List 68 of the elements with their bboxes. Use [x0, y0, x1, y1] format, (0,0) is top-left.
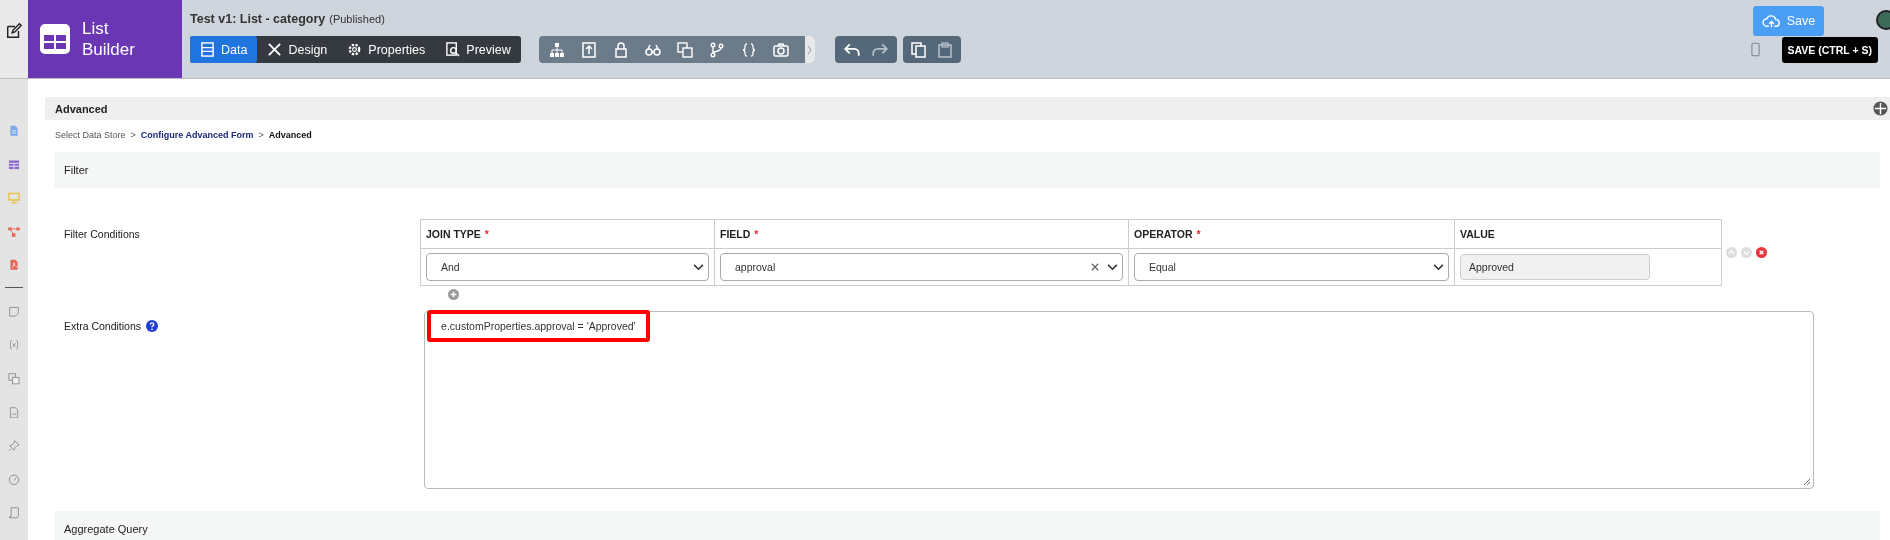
required-asterisk: *	[484, 228, 489, 240]
text-area[interactable]: e.customProperties.approval = 'Approved'	[424, 311, 1815, 489]
page-title: Test v1: List - category	[190, 12, 326, 26]
select-field[interactable]: And	[426, 253, 709, 281]
section-title: Filter	[64, 164, 89, 176]
sitemap-icon[interactable]	[548, 41, 565, 58]
chevron-right-icon[interactable]	[804, 36, 815, 63]
edit-icon[interactable]	[5, 22, 23, 40]
cloud-upload-icon	[1761, 13, 1781, 29]
value-field[interactable]: Approved	[1460, 254, 1650, 280]
column-title: FIELD	[720, 228, 751, 240]
column-title: JOIN TYPE	[426, 228, 481, 240]
breadcrumb-separator: >	[130, 130, 136, 140]
app-name: Builder	[82, 39, 135, 60]
pdf-icon[interactable]	[7, 259, 21, 271]
document-search-icon	[445, 42, 461, 57]
panel-title: Advanced	[55, 102, 108, 115]
field-label: Extra Conditions	[64, 319, 142, 332]
field-label: Filter Conditions	[64, 227, 141, 240]
breadcrumb-separator: >	[258, 130, 264, 140]
required-asterisk: *	[754, 228, 759, 240]
chevron-down-icon	[1107, 263, 1118, 271]
camera-icon[interactable]	[772, 41, 789, 58]
tab[interactable]: Properties	[337, 36, 436, 63]
tab[interactable]: Preview	[435, 36, 521, 63]
tab[interactable]: Design	[257, 36, 338, 63]
table-icon[interactable]	[7, 158, 21, 171]
select-field[interactable]: Equal	[1134, 253, 1449, 281]
copy-icon[interactable]	[910, 41, 927, 58]
lock-icon[interactable]	[612, 41, 629, 58]
breadcrumb-current: Advanced	[268, 130, 312, 140]
scroll-icon[interactable]	[7, 507, 21, 519]
remove-icon[interactable]	[1756, 247, 1767, 258]
breadcrumb-link[interactable]: Configure Advanced Form	[140, 130, 254, 140]
list-icon	[200, 42, 215, 57]
flow-icon[interactable]	[7, 225, 21, 238]
report-icon[interactable]	[7, 406, 21, 419]
help-icon[interactable]	[146, 320, 159, 332]
phone-icon[interactable]	[1750, 42, 1760, 57]
branch-icon[interactable]	[708, 41, 725, 58]
gauge-icon[interactable]	[7, 473, 21, 486]
section-title: Aggregate Query	[64, 523, 148, 535]
var-icon[interactable]	[7, 339, 21, 352]
braces-icon[interactable]	[740, 41, 757, 58]
tab[interactable]: Data	[190, 36, 258, 63]
gear-icon	[347, 42, 363, 57]
tooltip: SAVE (CTRL + S)	[1781, 36, 1878, 63]
note-icon[interactable]	[7, 305, 21, 318]
clear-icon[interactable]	[1091, 263, 1099, 271]
chevron-down-icon	[1433, 263, 1444, 271]
status-label: (Published)	[329, 13, 385, 25]
required-asterisk: *	[1196, 228, 1201, 240]
pin-icon[interactable]	[7, 440, 21, 452]
upload-icon[interactable]	[580, 41, 597, 58]
select-field[interactable]: approval	[720, 253, 1123, 281]
app-name: List	[82, 18, 110, 39]
avatar[interactable]	[1876, 10, 1890, 30]
column-title: OPERATOR	[1134, 228, 1193, 240]
condition-text: e.customProperties.approval = 'Approved'	[427, 310, 650, 342]
grid-icon	[40, 24, 70, 54]
doc-icon[interactable]	[7, 125, 21, 137]
move-icon[interactable]	[1873, 101, 1888, 116]
breadcrumb-item[interactable]: Select Data Store	[55, 130, 126, 140]
column-title: VALUE	[1460, 228, 1495, 240]
clipboard-icon[interactable]	[936, 41, 953, 58]
resize-handle-icon[interactable]	[1803, 478, 1812, 486]
add-icon[interactable]	[448, 289, 459, 300]
chevron-down-icon	[693, 263, 704, 271]
